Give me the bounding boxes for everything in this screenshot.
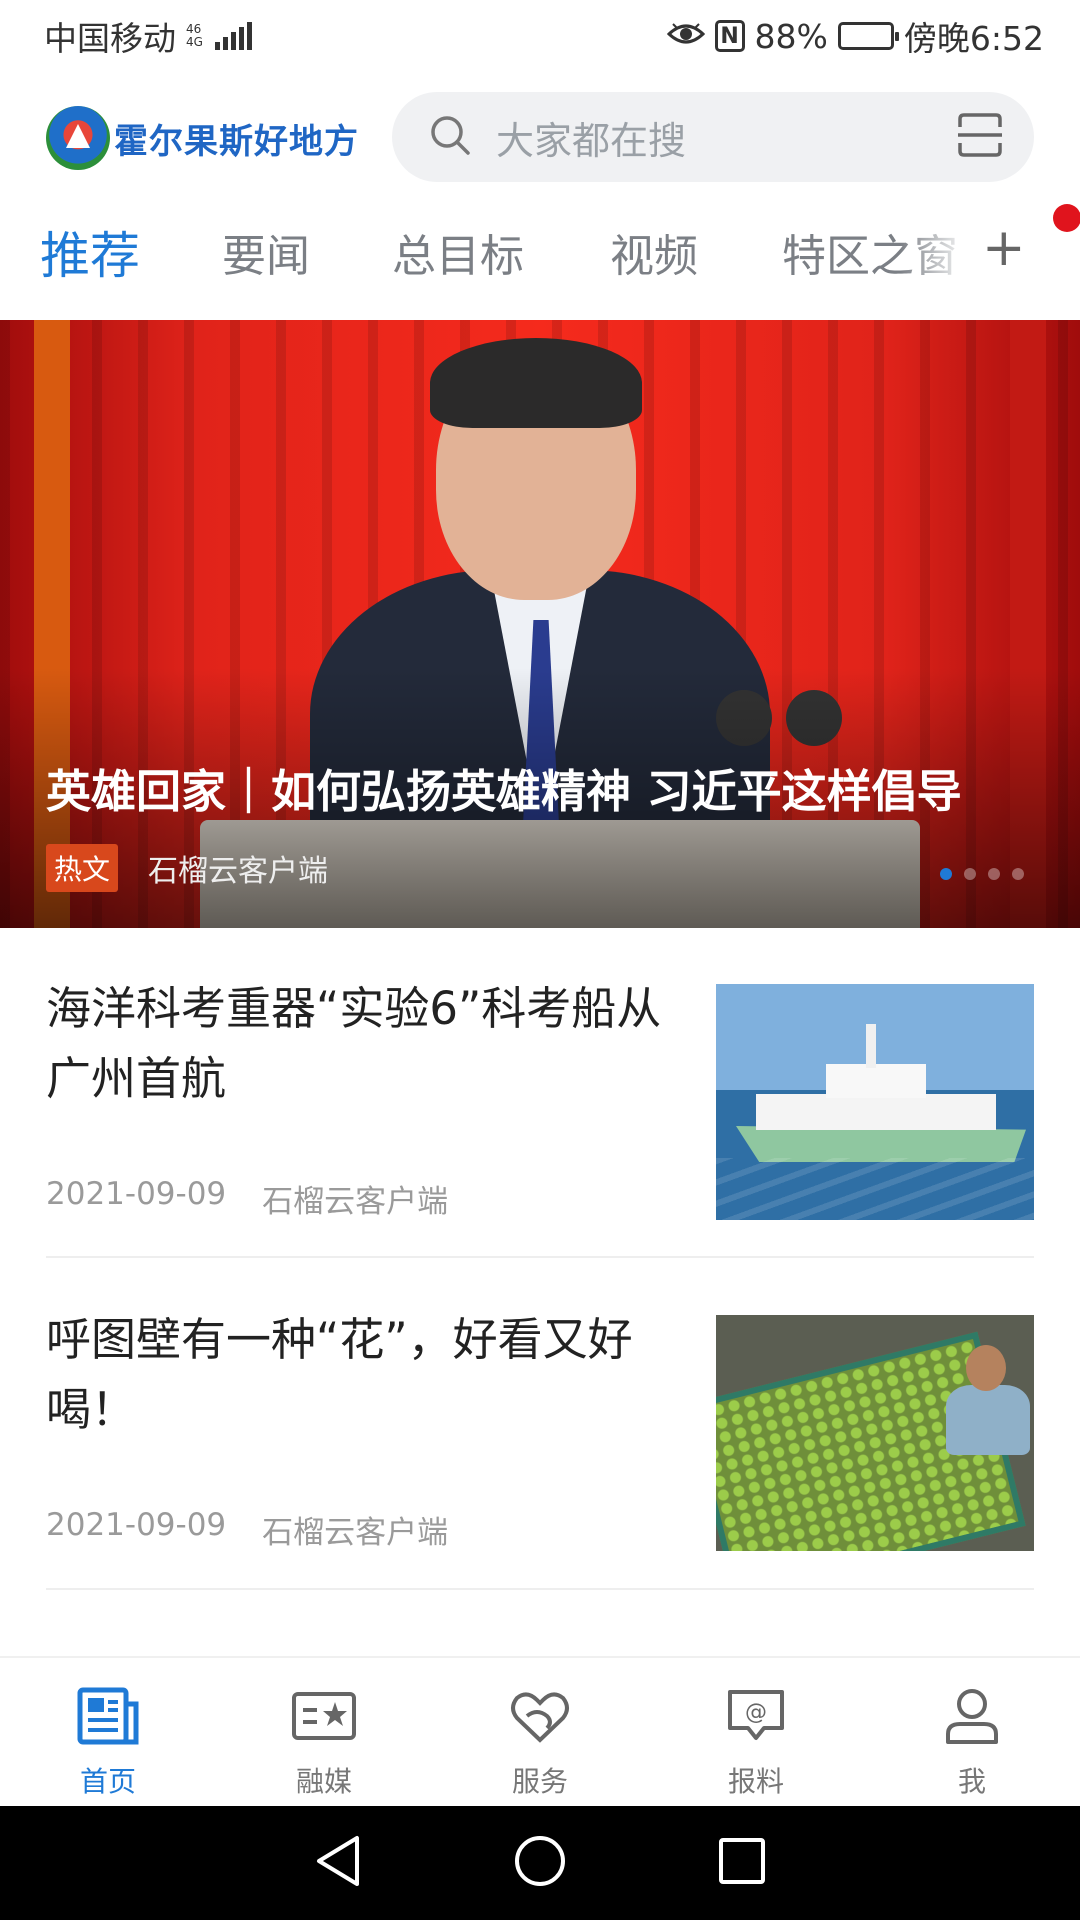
tabs-fade [900, 220, 970, 290]
banner-figure-hair [430, 338, 642, 428]
news-item[interactable]: 呼图壁有一种“花”，好看又好喝！ 2021-09-09 石榴云客户端 [46, 1275, 1034, 1605]
news-icon [72, 1680, 144, 1752]
news-item[interactable]: 海洋科考重器“实验6”科考船从广州首航 2021-09-09 石榴云客户端 [46, 944, 1034, 1274]
news-meta: 2021-09-09 石榴云客户端 [46, 1176, 448, 1221]
tab-headlines[interactable]: 要闻 [222, 220, 310, 284]
nav-label: 服务 [511, 1765, 568, 1798]
logo-emblem-icon [46, 106, 110, 170]
ship-bridge [826, 1064, 926, 1098]
search-placeholder: 大家都在搜 [496, 118, 687, 163]
report-bubble-icon: @ [720, 1680, 792, 1752]
news-date: 2021-09-09 [46, 1507, 227, 1543]
list-divider [46, 1588, 1034, 1590]
news-meta: 2021-09-09 石榴云客户端 [46, 1507, 448, 1552]
nav-label: 我 [957, 1765, 986, 1798]
nav-label: 报料 [727, 1765, 784, 1798]
worker-body [946, 1385, 1030, 1455]
ship-wake [716, 1158, 1034, 1220]
worker-head [966, 1345, 1006, 1391]
battery-icon [837, 22, 899, 50]
media-card-icon [288, 1680, 360, 1752]
news-source: 石榴云客户端 [262, 1515, 449, 1551]
ship-deck [756, 1094, 996, 1130]
ship-hull [736, 1126, 1026, 1162]
nav-label: 融媒 [295, 1765, 352, 1798]
network-type: 46 4G [186, 23, 203, 49]
carousel-dot [988, 868, 1000, 880]
banner-source: 石榴云客户端 [148, 854, 329, 889]
svg-text:@: @ [745, 1700, 767, 1725]
tab-goals[interactable]: 总目标 [392, 220, 524, 284]
scan-icon[interactable] [956, 111, 1004, 163]
nav-home[interactable]: 首页 [0, 1658, 216, 1806]
news-thumbnail [716, 984, 1034, 1220]
carousel-dot [940, 868, 952, 880]
network-type-bottom: 4G [186, 35, 203, 49]
tab-video[interactable]: 视频 [610, 220, 698, 284]
news-thumbnail [716, 1315, 1034, 1551]
nav-media[interactable]: 融媒 [216, 1658, 432, 1806]
app-logo[interactable]: 霍尔果斯好地方 [46, 106, 359, 170]
nav-services[interactable]: 服务 [432, 1658, 648, 1806]
app-header: 霍尔果斯好地方 大家都在搜 [0, 90, 1080, 184]
nfc-icon: N [714, 20, 745, 52]
status-bar: 中国移动 46 4G N 88% 傍晚6:52 [0, 0, 1080, 72]
list-divider [46, 1256, 1034, 1258]
notification-dot [1053, 204, 1080, 232]
news-source: 石榴云客户端 [262, 1184, 449, 1220]
carousel-dot [964, 868, 976, 880]
logo-text: 霍尔果斯好地方 [114, 121, 359, 162]
bottom-tab-bar: 首页 融媒 服务 @ 报料 我 [0, 1656, 1080, 1806]
back-icon[interactable] [313, 1834, 363, 1892]
channel-tabs: 推荐 要闻 总目标 视频 特区之窗 + [0, 218, 1080, 290]
eye-comfort-icon [666, 17, 705, 56]
user-icon [936, 1680, 1008, 1752]
hot-badge: 热文 [46, 844, 119, 892]
heart-hands-icon [504, 1680, 576, 1752]
status-right: N 88% 傍晚6:52 [666, 12, 1044, 60]
banner-meta: 热文 石榴云客户端 [46, 844, 328, 892]
carousel-indicator [940, 868, 1024, 880]
clock: 傍晚6:52 [903, 19, 1044, 58]
nav-label: 首页 [79, 1765, 136, 1798]
featured-banner[interactable]: 英雄回家｜如何弘扬英雄精神 习近平这样倡导 热文 石榴云客户端 [0, 320, 1080, 928]
signal-icon [214, 22, 252, 50]
carousel-dot [1012, 868, 1024, 880]
system-navigation-bar [0, 1806, 1080, 1920]
search-icon [428, 113, 472, 161]
nav-me[interactable]: 我 [864, 1658, 1080, 1806]
app-screen: 中国移动 46 4G N 88% 傍晚6:52 霍尔果斯好地方 大家都在搜 推荐… [0, 0, 1080, 1920]
recents-icon[interactable] [717, 1836, 767, 1890]
news-title: 呼图壁有一种“花”，好看又好喝！ [46, 1313, 633, 1436]
tab-recommend[interactable]: 推荐 [40, 216, 140, 288]
news-title: 海洋科考重器“实验6”科考船从广州首航 [46, 982, 662, 1105]
home-icon[interactable] [513, 1834, 567, 1892]
carrier-name: 中国移动 [44, 19, 176, 58]
battery-percent: 88% [754, 16, 828, 56]
banner-title: 英雄回家｜如何弘扬英雄精神 习近平这样倡导 [46, 765, 962, 818]
add-channel-button[interactable]: + [982, 218, 1026, 278]
nav-report[interactable]: @ 报料 [648, 1658, 864, 1806]
ship-mast [866, 1024, 876, 1068]
search-bar[interactable]: 大家都在搜 [392, 92, 1034, 182]
news-date: 2021-09-09 [46, 1176, 227, 1212]
status-left: 中国移动 46 4G [44, 12, 252, 60]
